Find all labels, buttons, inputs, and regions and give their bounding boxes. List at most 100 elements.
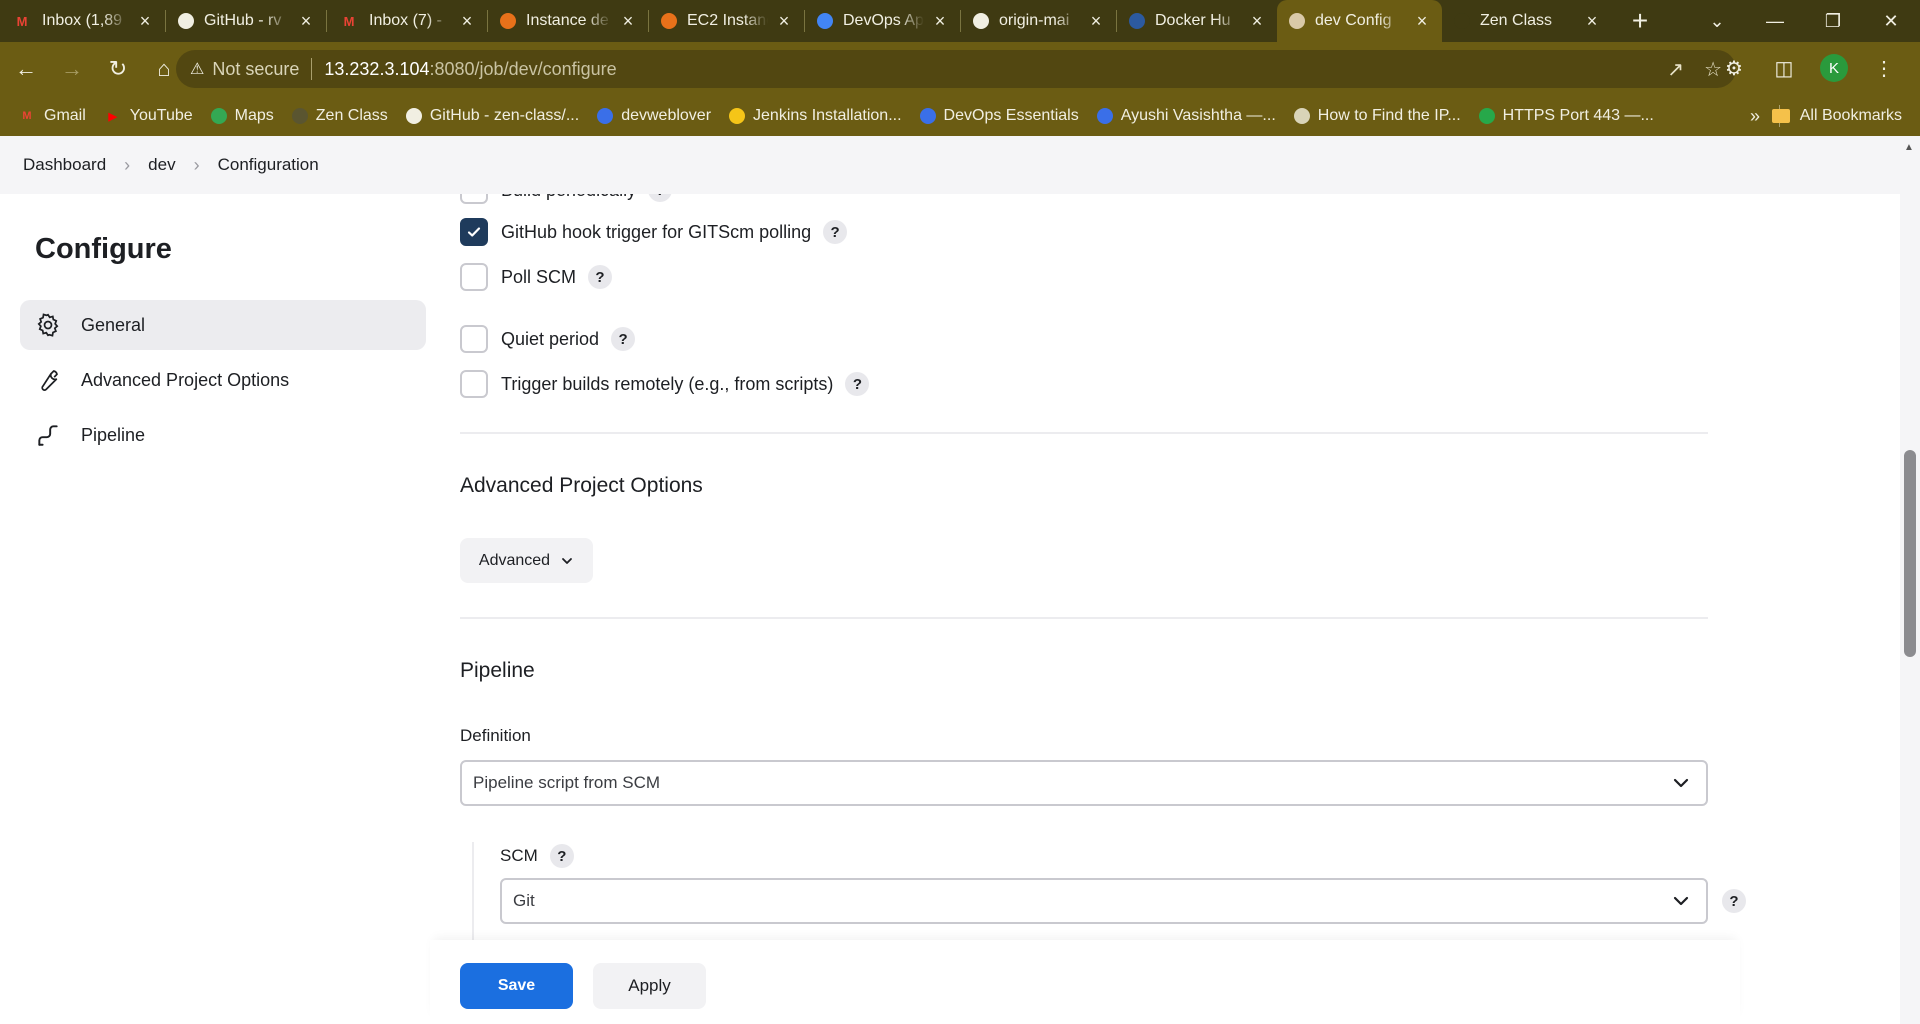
advanced-button[interactable]: Advanced (460, 538, 593, 583)
tab-title[interactable]: Inbox (7) - (369, 12, 451, 30)
help-icon[interactable]: ? (588, 265, 613, 289)
trigger-remote-row[interactable]: Trigger builds remotely (e.g., from scri… (460, 370, 870, 398)
side-panel-icon[interactable]: ◫ (1766, 50, 1802, 86)
bookmark-item[interactable]: DevOps Essentials (919, 107, 1079, 125)
bookmark-label[interactable]: Ayushi Vasishtha —... (1121, 107, 1276, 125)
close-tab-icon[interactable]: × (296, 11, 316, 31)
apply-button[interactable]: Apply (593, 963, 706, 1009)
browser-tab[interactable]: EC2 Instanc × (649, 0, 804, 42)
quiet-period-row[interactable]: Quiet period ? (460, 325, 636, 353)
extensions-icon[interactable]: ⚙ (1716, 50, 1752, 86)
browser-tab[interactable]: M Inbox (7) - × (327, 0, 487, 42)
all-bookmarks-label[interactable]: All Bookmarks (1800, 107, 1902, 125)
browser-tab[interactable]: dev Config × (1277, 0, 1442, 42)
bookmark-item[interactable]: devweblover (597, 107, 711, 125)
tab-title[interactable]: Inbox (1,89 (42, 12, 129, 30)
bookmark-item[interactable]: Jenkins Installation... (729, 107, 902, 125)
poll-scm-row[interactable]: Poll SCM ? (460, 263, 613, 291)
github-hook-label[interactable]: GitHub hook trigger for GITScm polling (501, 222, 811, 243)
page-scrollbar[interactable]: ▲ (1900, 136, 1920, 1024)
bookmark-label[interactable]: devweblover (621, 107, 711, 125)
browser-tab[interactable]: M Inbox (1,89 × (0, 0, 165, 42)
browser-tab[interactable]: Zen Class × (1442, 0, 1612, 42)
github-hook-checkbox[interactable] (460, 218, 488, 246)
save-button[interactable]: Save (460, 963, 573, 1009)
close-tab-icon[interactable]: × (457, 11, 477, 31)
quiet-period-checkbox[interactable] (460, 325, 488, 353)
bookmark-item[interactable]: ▶ YouTube (104, 107, 193, 125)
tab-title[interactable]: Zen Class (1480, 12, 1576, 30)
browser-tab[interactable]: DevOps Ap × (805, 0, 960, 42)
new-tab-icon[interactable]: + (1620, 1, 1660, 41)
bookmark-item[interactable]: How to Find the IP... (1293, 107, 1461, 125)
close-tab-icon[interactable]: × (774, 11, 794, 31)
quiet-period-label[interactable]: Quiet period (501, 329, 599, 350)
all-bookmarks[interactable]: All Bookmarks (1771, 107, 1902, 125)
bookmark-label[interactable]: DevOps Essentials (944, 107, 1079, 125)
bookmark-label[interactable]: HTTPS Port 443 —... (1503, 107, 1654, 125)
sidebar-item-pipeline[interactable]: Pipeline (20, 410, 426, 460)
bookmark-item[interactable]: M Gmail (18, 107, 86, 125)
browser-tab[interactable]: Docker Hu × (1117, 0, 1277, 42)
bookmark-item[interactable]: Maps (210, 107, 274, 125)
scrollbar-thumb[interactable] (1904, 450, 1916, 657)
bookmark-label[interactable]: Jenkins Installation... (753, 107, 902, 125)
close-tab-icon[interactable]: × (1086, 11, 1106, 31)
forward-icon[interactable]: → (52, 49, 92, 89)
bookmark-label[interactable]: How to Find the IP... (1318, 107, 1461, 125)
close-tab-icon[interactable]: × (135, 11, 155, 31)
help-icon[interactable]: ? (549, 844, 574, 868)
security-label[interactable]: Not secure (212, 59, 299, 80)
browser-tab[interactable]: origin-mai × (961, 0, 1116, 42)
tab-title[interactable]: Docker Hu (1155, 12, 1241, 30)
menu-icon[interactable]: ⋮ (1866, 50, 1902, 86)
warning-icon[interactable]: ⚠ (190, 59, 204, 79)
bookmark-label[interactable]: Gmail (44, 107, 86, 125)
breadcrumb-configuration[interactable]: Configuration (218, 155, 319, 175)
avatar[interactable]: K (1820, 54, 1848, 82)
poll-scm-checkbox[interactable] (460, 263, 488, 291)
restore-icon[interactable]: ❐ (1804, 0, 1862, 42)
help-icon[interactable]: ? (823, 220, 848, 244)
poll-scm-label[interactable]: Poll SCM (501, 267, 576, 288)
tab-title[interactable]: EC2 Instanc (687, 12, 768, 30)
breadcrumb-dev[interactable]: dev (148, 155, 175, 175)
scroll-up-icon[interactable]: ▲ (1904, 142, 1914, 153)
breadcrumb-dashboard[interactable]: Dashboard (23, 155, 106, 175)
more-bookmarks-icon[interactable]: » (1750, 106, 1760, 127)
close-tab-icon[interactable]: × (1247, 11, 1267, 31)
close-tab-icon[interactable]: × (1412, 11, 1432, 31)
github-hook-row[interactable]: GitHub hook trigger for GITScm polling ? (460, 218, 848, 246)
bookmark-item[interactable]: Ayushi Vasishtha —... (1096, 107, 1276, 125)
bookmark-label[interactable]: Maps (235, 107, 274, 125)
scm-select[interactable]: Git (500, 878, 1708, 924)
advanced-button-label[interactable]: Advanced (479, 552, 550, 570)
url-host[interactable]: 13.232.3.104 (324, 59, 429, 80)
share-icon[interactable]: ↗ (1667, 57, 1684, 82)
close-window-icon[interactable]: ✕ (1862, 0, 1920, 42)
minimize-icon[interactable]: — (1746, 0, 1804, 42)
browser-tab[interactable]: GitHub - rv × (166, 0, 326, 42)
address-bar[interactable]: ⚠ Not secure 13.232.3.104:8080/job/dev/c… (176, 50, 1736, 88)
close-tab-icon[interactable]: × (618, 11, 638, 31)
definition-select[interactable]: Pipeline script from SCM (460, 760, 1708, 806)
trigger-remote-label[interactable]: Trigger builds remotely (e.g., from scri… (501, 374, 833, 395)
bookmark-item[interactable]: Zen Class (291, 107, 388, 125)
bookmark-item[interactable]: HTTPS Port 443 —... (1478, 107, 1654, 125)
bookmark-label[interactable]: GitHub - zen-class/... (430, 107, 579, 125)
scm-value[interactable]: Git (513, 891, 535, 911)
sidebar-item-general[interactable]: General (20, 300, 426, 350)
sidebar-item-advanced-project-options[interactable]: Advanced Project Options (20, 355, 426, 405)
tab-title[interactable]: origin-mai (999, 12, 1080, 30)
tab-title[interactable]: dev Config (1315, 12, 1406, 30)
browser-tab[interactable]: Instance de × (488, 0, 648, 42)
tab-title[interactable]: DevOps Ap (843, 12, 924, 30)
tab-title[interactable]: Instance de (526, 12, 612, 30)
profile-button[interactable]: K (1816, 50, 1852, 86)
url-path[interactable]: :8080/job/dev/configure (430, 59, 617, 80)
definition-value[interactable]: Pipeline script from SCM (473, 773, 660, 793)
close-tab-icon[interactable]: × (1582, 11, 1602, 31)
reload-icon[interactable]: ↻ (98, 49, 138, 89)
help-icon[interactable]: ? (611, 327, 636, 351)
help-icon[interactable]: ? (845, 372, 870, 396)
